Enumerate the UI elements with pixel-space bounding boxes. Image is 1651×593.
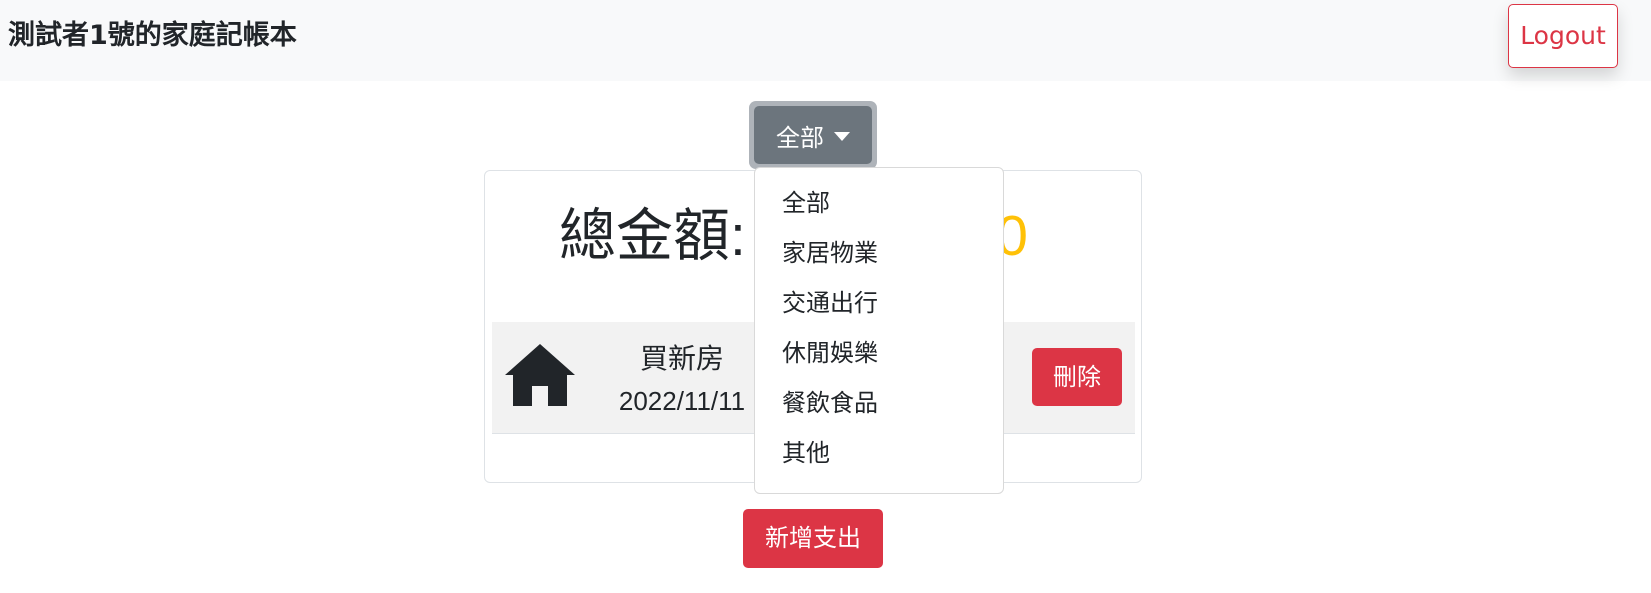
caret-down-icon	[834, 131, 850, 141]
app-title: 測試者1號的家庭記帳本	[8, 20, 297, 51]
category-filter-button[interactable]: 全部	[754, 106, 872, 164]
filter-selected-label: 全部	[776, 123, 824, 152]
dropdown-item-transport[interactable]: 交通出行	[755, 278, 1003, 328]
category-filter-dropdown: 全部	[749, 101, 877, 169]
logout-button[interactable]: Logout	[1508, 4, 1618, 68]
dropdown-item-food[interactable]: 餐飲食品	[755, 378, 1003, 428]
navbar: 測試者1號的家庭記帳本 Logout	[0, 0, 1651, 81]
expense-date: 2022/11/11	[618, 386, 746, 416]
dropdown-item-home[interactable]: 家居物業	[755, 228, 1003, 278]
delete-button[interactable]: 刪除	[1032, 348, 1122, 406]
total-label: 總金額:	[559, 204, 746, 268]
add-expense-button[interactable]: 新增支出	[743, 509, 883, 568]
house-icon	[505, 344, 575, 406]
dropdown-item-other[interactable]: 其他	[755, 428, 1003, 478]
dropdown-item-all[interactable]: 全部	[755, 178, 1003, 228]
expense-name: 買新房	[639, 342, 724, 375]
dropdown-item-leisure[interactable]: 休閒娛樂	[755, 328, 1003, 378]
category-dropdown-menu: 全部 家居物業 交通出行 休閒娛樂 餐飲食品 其他	[754, 167, 1004, 494]
